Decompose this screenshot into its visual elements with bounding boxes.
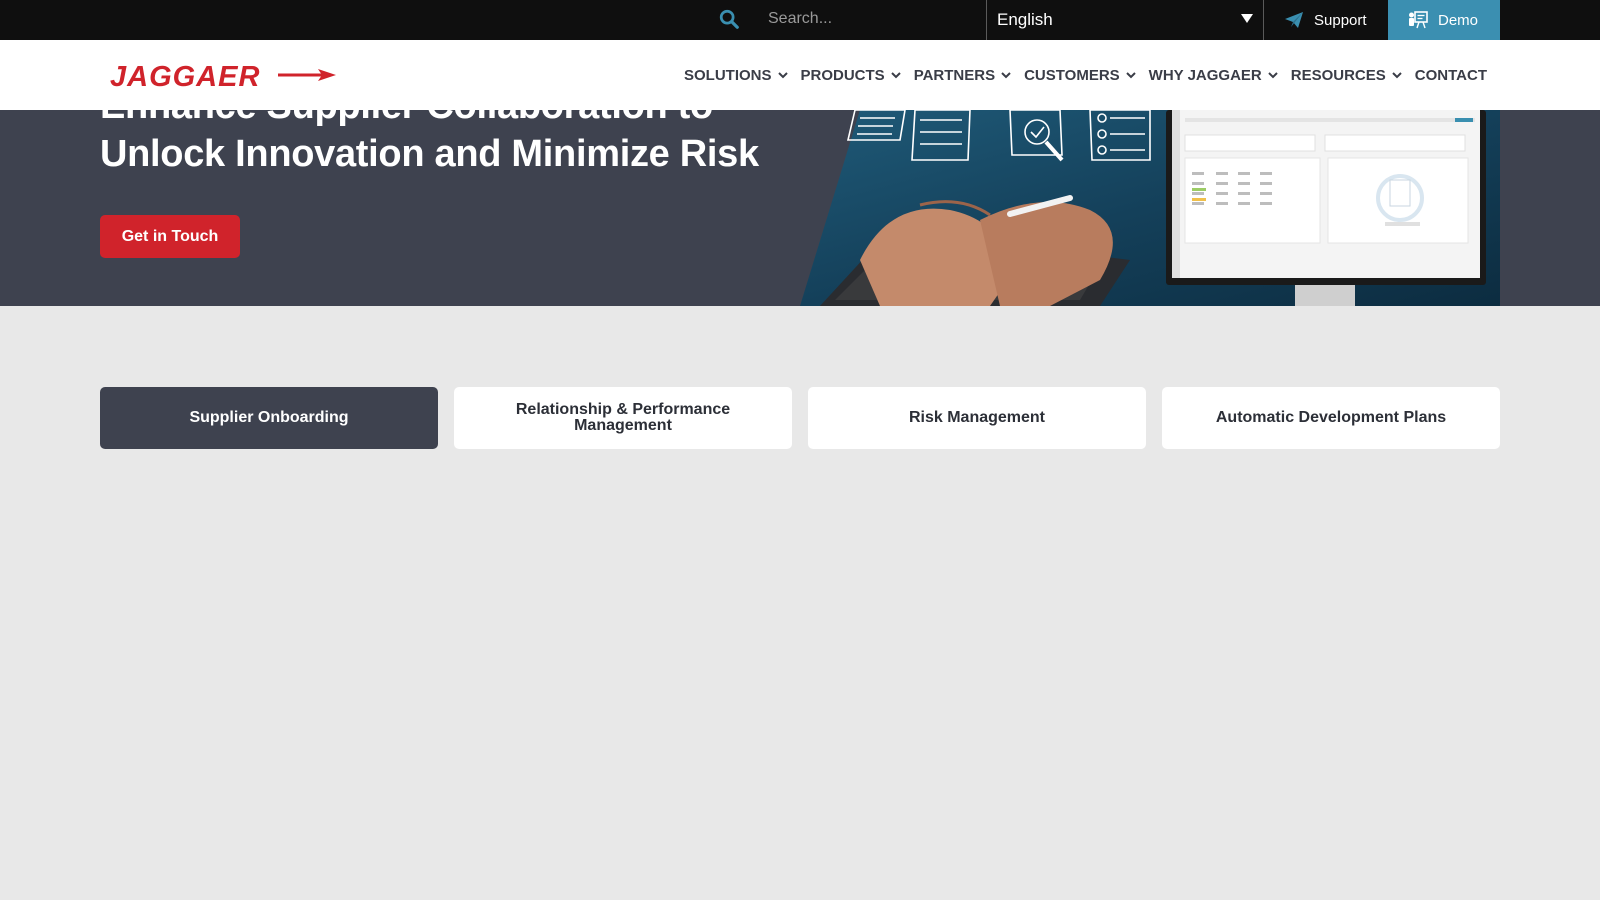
nav-label: PRODUCTS (800, 66, 885, 84)
chevron-down-icon (1268, 71, 1278, 78)
search-input[interactable] (752, 0, 984, 38)
tab-risk-management[interactable]: Risk Management (808, 387, 1146, 449)
solution-tabs: Supplier Onboarding Relationship & Perfo… (100, 387, 1500, 449)
chevron-down-icon (1125, 71, 1136, 78)
language-select[interactable]: English (986, 0, 1264, 40)
hero-title-line2: Unlock Innovation and Minimize Risk (100, 133, 759, 175)
main-navbar: JAGGAER SOLUTIONS PRODUCTS PARTNERS CUST… (0, 40, 1600, 110)
paper-plane-icon (1285, 12, 1303, 28)
tab-supplier-onboarding[interactable]: Supplier Onboarding (100, 387, 438, 449)
nav-label: WHY JAGGAER (1148, 66, 1262, 84)
chevron-down-icon (1001, 71, 1011, 78)
nav-contact[interactable]: CONTACT (1415, 67, 1487, 84)
demo-label: Demo (1438, 11, 1479, 29)
nav-label: SOLUTIONS (684, 66, 772, 84)
triangle-down-icon (1241, 14, 1253, 23)
tab-automatic-development-plans[interactable]: Automatic Development Plans (1162, 387, 1500, 449)
get-in-touch-button[interactable]: Get in Touch (100, 215, 240, 258)
presentation-icon (1409, 11, 1428, 29)
nav-label: CONTACT (1414, 66, 1487, 84)
primary-nav: SOLUTIONS PRODUCTS PARTNERS CUSTOMERS WH… (684, 40, 1487, 110)
nav-label: RESOURCES (1290, 66, 1386, 84)
chevron-down-icon (1392, 71, 1402, 78)
utility-bar: English Support Demo (0, 0, 1600, 40)
nav-products[interactable]: PRODUCTS (801, 67, 901, 84)
hero-title: Enhance Supplier Collaboration to Unlock… (100, 110, 800, 178)
nav-label: CUSTOMERS (1024, 66, 1120, 84)
chevron-down-icon (777, 71, 788, 78)
hero-illustration (800, 110, 1500, 306)
jaggaer-logo[interactable]: JAGGAER (110, 60, 340, 92)
nav-solutions[interactable]: SOLUTIONS (684, 67, 788, 84)
hero-banner: Enhance Supplier Collaboration to Unlock… (0, 110, 1600, 306)
tab-relationship-performance[interactable]: Relationship & Performance Management (454, 387, 792, 449)
search-icon[interactable] (718, 8, 740, 30)
hero-title-line1: Enhance Supplier Collaboration to (100, 110, 713, 127)
chevron-down-icon (890, 71, 901, 78)
nav-resources[interactable]: RESOURCES (1291, 67, 1402, 84)
nav-customers[interactable]: CUSTOMERS (1024, 67, 1136, 84)
language-value: English (997, 10, 1053, 29)
nav-partners[interactable]: PARTNERS (914, 67, 1011, 84)
demo-button[interactable]: Demo (1388, 0, 1500, 40)
nav-label: PARTNERS (913, 66, 996, 84)
logo-text: JAGGAER (110, 61, 260, 92)
support-button[interactable]: Support (1264, 0, 1388, 40)
support-label: Support (1314, 11, 1367, 29)
nav-why-jaggaer[interactable]: WHY JAGGAER (1149, 67, 1278, 84)
